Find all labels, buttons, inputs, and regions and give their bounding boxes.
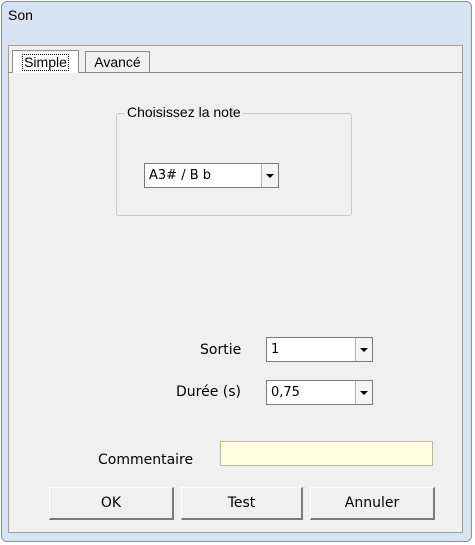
- note-group-label: Choisissez la note: [125, 104, 243, 120]
- duree-dropdown-button[interactable]: [355, 381, 372, 404]
- cancel-button[interactable]: Annuler: [310, 487, 435, 520]
- sortie-select-value: 1: [271, 342, 280, 357]
- duree-select[interactable]: 0,75: [266, 380, 373, 405]
- window-title: Son: [8, 7, 33, 23]
- cancel-button-label: Annuler: [344, 495, 400, 511]
- tab-avance[interactable]: Avancé: [85, 51, 150, 72]
- commentaire-label: Commentaire: [98, 452, 194, 468]
- tab-simple-label: Simple: [22, 53, 69, 71]
- tab-avance-label: Avancé: [94, 54, 141, 70]
- chevron-down-icon: [360, 390, 368, 395]
- note-select-value: A3# / B b: [149, 168, 212, 183]
- sortie-dropdown-button[interactable]: [355, 338, 372, 361]
- duree-label: Durée (s): [176, 384, 241, 400]
- chevron-down-icon: [266, 173, 274, 178]
- tab-simple[interactable]: Simple: [12, 50, 79, 73]
- sortie-label: Sortie: [200, 342, 242, 358]
- note-select[interactable]: A3# / B b: [144, 163, 279, 188]
- chevron-down-icon: [360, 347, 368, 352]
- note-dropdown-button[interactable]: [261, 164, 278, 187]
- test-button[interactable]: Test: [181, 487, 303, 520]
- ok-button-label: OK: [100, 495, 122, 511]
- duree-select-value: 0,75: [271, 385, 300, 400]
- sortie-select[interactable]: 1: [266, 337, 373, 362]
- commentaire-input[interactable]: [220, 441, 433, 466]
- test-button-label: Test: [227, 495, 256, 511]
- ok-button[interactable]: OK: [49, 487, 174, 520]
